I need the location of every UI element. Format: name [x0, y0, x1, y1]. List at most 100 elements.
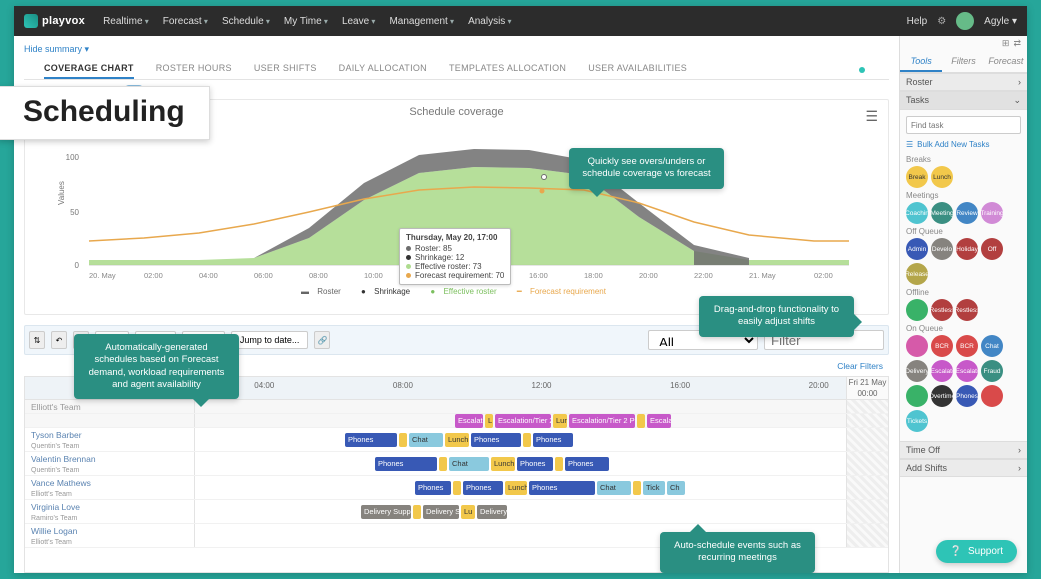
task-pill[interactable]: Tickets: [906, 410, 928, 432]
shift-bar[interactable]: Phones: [471, 433, 521, 447]
shift-bar[interactable]: Lunch: [491, 457, 515, 471]
task-pill[interactable]: [906, 385, 928, 407]
shift-bar[interactable]: Delivery Support: [361, 505, 411, 519]
gantt-user-row[interactable]: Valentin BrennanQuentin's TeamPhonesChat…: [25, 452, 888, 476]
side-plus-icon[interactable]: ⊞: [1002, 38, 1010, 50]
task-pill[interactable]: Restless: [931, 299, 953, 321]
tab-coverage-chart[interactable]: COVERAGE CHART: [44, 59, 134, 79]
task-pill[interactable]: Restless: [956, 299, 978, 321]
shift-bar[interactable]: [633, 481, 641, 495]
shift-bar[interactable]: Phones: [533, 433, 573, 447]
shift-bar[interactable]: [523, 433, 531, 447]
tab-templates-allocation[interactable]: TEMPLATES ALLOCATION: [449, 59, 566, 79]
shift-bar[interactable]: [399, 433, 407, 447]
shift-bar[interactable]: Escalation/Tier 2 P: [495, 414, 551, 428]
shift-bar[interactable]: Ch: [667, 481, 685, 495]
brand-logo[interactable]: playvox: [24, 14, 85, 28]
task-pill[interactable]: Meeting: [931, 202, 953, 224]
nav-forecast[interactable]: Forecast: [163, 16, 208, 27]
shift-bar[interactable]: [637, 414, 645, 428]
link-icon[interactable]: 🔗: [314, 331, 330, 349]
shift-bar[interactable]: Escala: [647, 414, 671, 428]
task-pill[interactable]: [906, 335, 928, 357]
tab-user-availabilities[interactable]: USER AVAILABILITIES: [588, 59, 687, 79]
task-pill[interactable]: Admin: [906, 238, 928, 260]
shift-bar[interactable]: [555, 457, 563, 471]
toolbar-sort-icon[interactable]: ⇅: [29, 331, 45, 349]
tab-user-shifts[interactable]: USER SHIFTS: [254, 59, 317, 79]
side-tab-tools[interactable]: Tools: [900, 52, 942, 72]
nav-realtime[interactable]: Realtime: [103, 16, 149, 27]
nav-management[interactable]: Management: [389, 16, 454, 27]
acc-timeoff[interactable]: Time Off›: [900, 441, 1027, 459]
shift-bar[interactable]: Escalation/Tier 2 Phones: [569, 414, 635, 428]
shift-bar[interactable]: Lunch: [505, 481, 527, 495]
shift-bar[interactable]: [439, 457, 447, 471]
settings-gear-icon[interactable]: ⚙: [937, 16, 946, 27]
shift-bar[interactable]: Lunch: [445, 433, 469, 447]
side-tab-forecast[interactable]: Forecast: [985, 52, 1027, 72]
clear-filters-link[interactable]: Clear Filters: [837, 361, 883, 371]
bulk-add-link[interactable]: ☰Bulk Add New Tasks: [906, 140, 1021, 149]
task-pill[interactable]: Off: [981, 238, 1003, 260]
task-pill[interactable]: BCR: [931, 335, 953, 357]
task-pill[interactable]: Training: [981, 202, 1003, 224]
gantt-user-row[interactable]: Tyson BarberQuentin's TeamPhonesChatLunc…: [25, 428, 888, 452]
task-pill[interactable]: [906, 299, 928, 321]
nav-leave[interactable]: Leave: [342, 16, 376, 27]
hide-summary-link[interactable]: Hide summary ▾: [24, 44, 889, 55]
task-pill[interactable]: Break: [906, 166, 928, 188]
acc-roster[interactable]: Roster›: [900, 73, 1027, 91]
task-pill[interactable]: Release: [906, 263, 928, 285]
task-pill[interactable]: Fraud: [981, 360, 1003, 382]
toolbar-undo-icon[interactable]: ↶: [51, 331, 67, 349]
shift-bar[interactable]: [413, 505, 421, 519]
task-pill[interactable]: Develo: [931, 238, 953, 260]
tab-daily-allocation[interactable]: DAILY ALLOCATION: [339, 59, 427, 79]
shift-bar[interactable]: Phones: [565, 457, 609, 471]
shift-bar[interactable]: Phones: [415, 481, 451, 495]
shift-bar[interactable]: Chat: [449, 457, 489, 471]
tab-roster-hours[interactable]: ROSTER HOURS: [156, 59, 232, 79]
side-tab-filters[interactable]: Filters: [942, 52, 984, 72]
shift-bar[interactable]: Phones: [375, 457, 437, 471]
chart-menu-icon[interactable]: ☰: [865, 108, 878, 125]
shift-bar[interactable]: Tick: [643, 481, 665, 495]
side-collapse-icon[interactable]: ⇄: [1013, 38, 1021, 50]
nav-schedule[interactable]: Schedule: [222, 16, 270, 27]
support-button[interactable]: ❔ Support: [936, 540, 1017, 563]
shift-bar[interactable]: Lu: [461, 505, 475, 519]
task-pill[interactable]: [981, 385, 1003, 407]
nav-mytime[interactable]: My Time: [284, 16, 328, 27]
shift-bar[interactable]: Chat: [597, 481, 631, 495]
gantt-team-row[interactable]: EscalationLEscalation/Tier 2 PLunEscalat…: [25, 414, 888, 428]
shift-bar[interactable]: Escalation: [455, 414, 483, 428]
shift-bar[interactable]: Delivery: [477, 505, 507, 519]
task-pill[interactable]: BCR: [956, 335, 978, 357]
task-pill[interactable]: Coachin: [906, 202, 928, 224]
shift-bar[interactable]: Phones: [529, 481, 595, 495]
task-pill[interactable]: Escalati: [931, 360, 953, 382]
task-pill[interactable]: Holiday: [956, 238, 978, 260]
acc-addshifts[interactable]: Add Shifts›: [900, 459, 1027, 477]
shift-bar[interactable]: Phones: [517, 457, 553, 471]
task-pill[interactable]: Chat: [981, 335, 1003, 357]
shift-bar[interactable]: L: [485, 414, 493, 428]
task-pill[interactable]: Phones: [956, 385, 978, 407]
shift-bar[interactable]: Phones: [463, 481, 503, 495]
task-pill[interactable]: Escalati: [956, 360, 978, 382]
find-task-input[interactable]: [906, 116, 1021, 134]
task-pill[interactable]: Review: [956, 202, 978, 224]
nav-help[interactable]: Help: [907, 16, 928, 27]
gantt-user-row[interactable]: Vance MathewsElliott's TeamPhonesPhonesL…: [25, 476, 888, 500]
nav-analysis[interactable]: Analysis: [468, 16, 512, 27]
user-avatar[interactable]: [956, 12, 974, 30]
gantt-user-row[interactable]: Virginia LoveRamiro's TeamDelivery Suppo…: [25, 500, 888, 524]
task-pill[interactable]: Delivery: [906, 360, 928, 382]
shift-bar[interactable]: Phones: [345, 433, 397, 447]
shift-bar[interactable]: [453, 481, 461, 495]
shift-bar[interactable]: Lun: [553, 414, 567, 428]
shift-bar[interactable]: Delivery Su: [423, 505, 459, 519]
task-pill[interactable]: Lunch: [931, 166, 953, 188]
gantt-team-row[interactable]: Elliott's Team: [25, 400, 888, 414]
